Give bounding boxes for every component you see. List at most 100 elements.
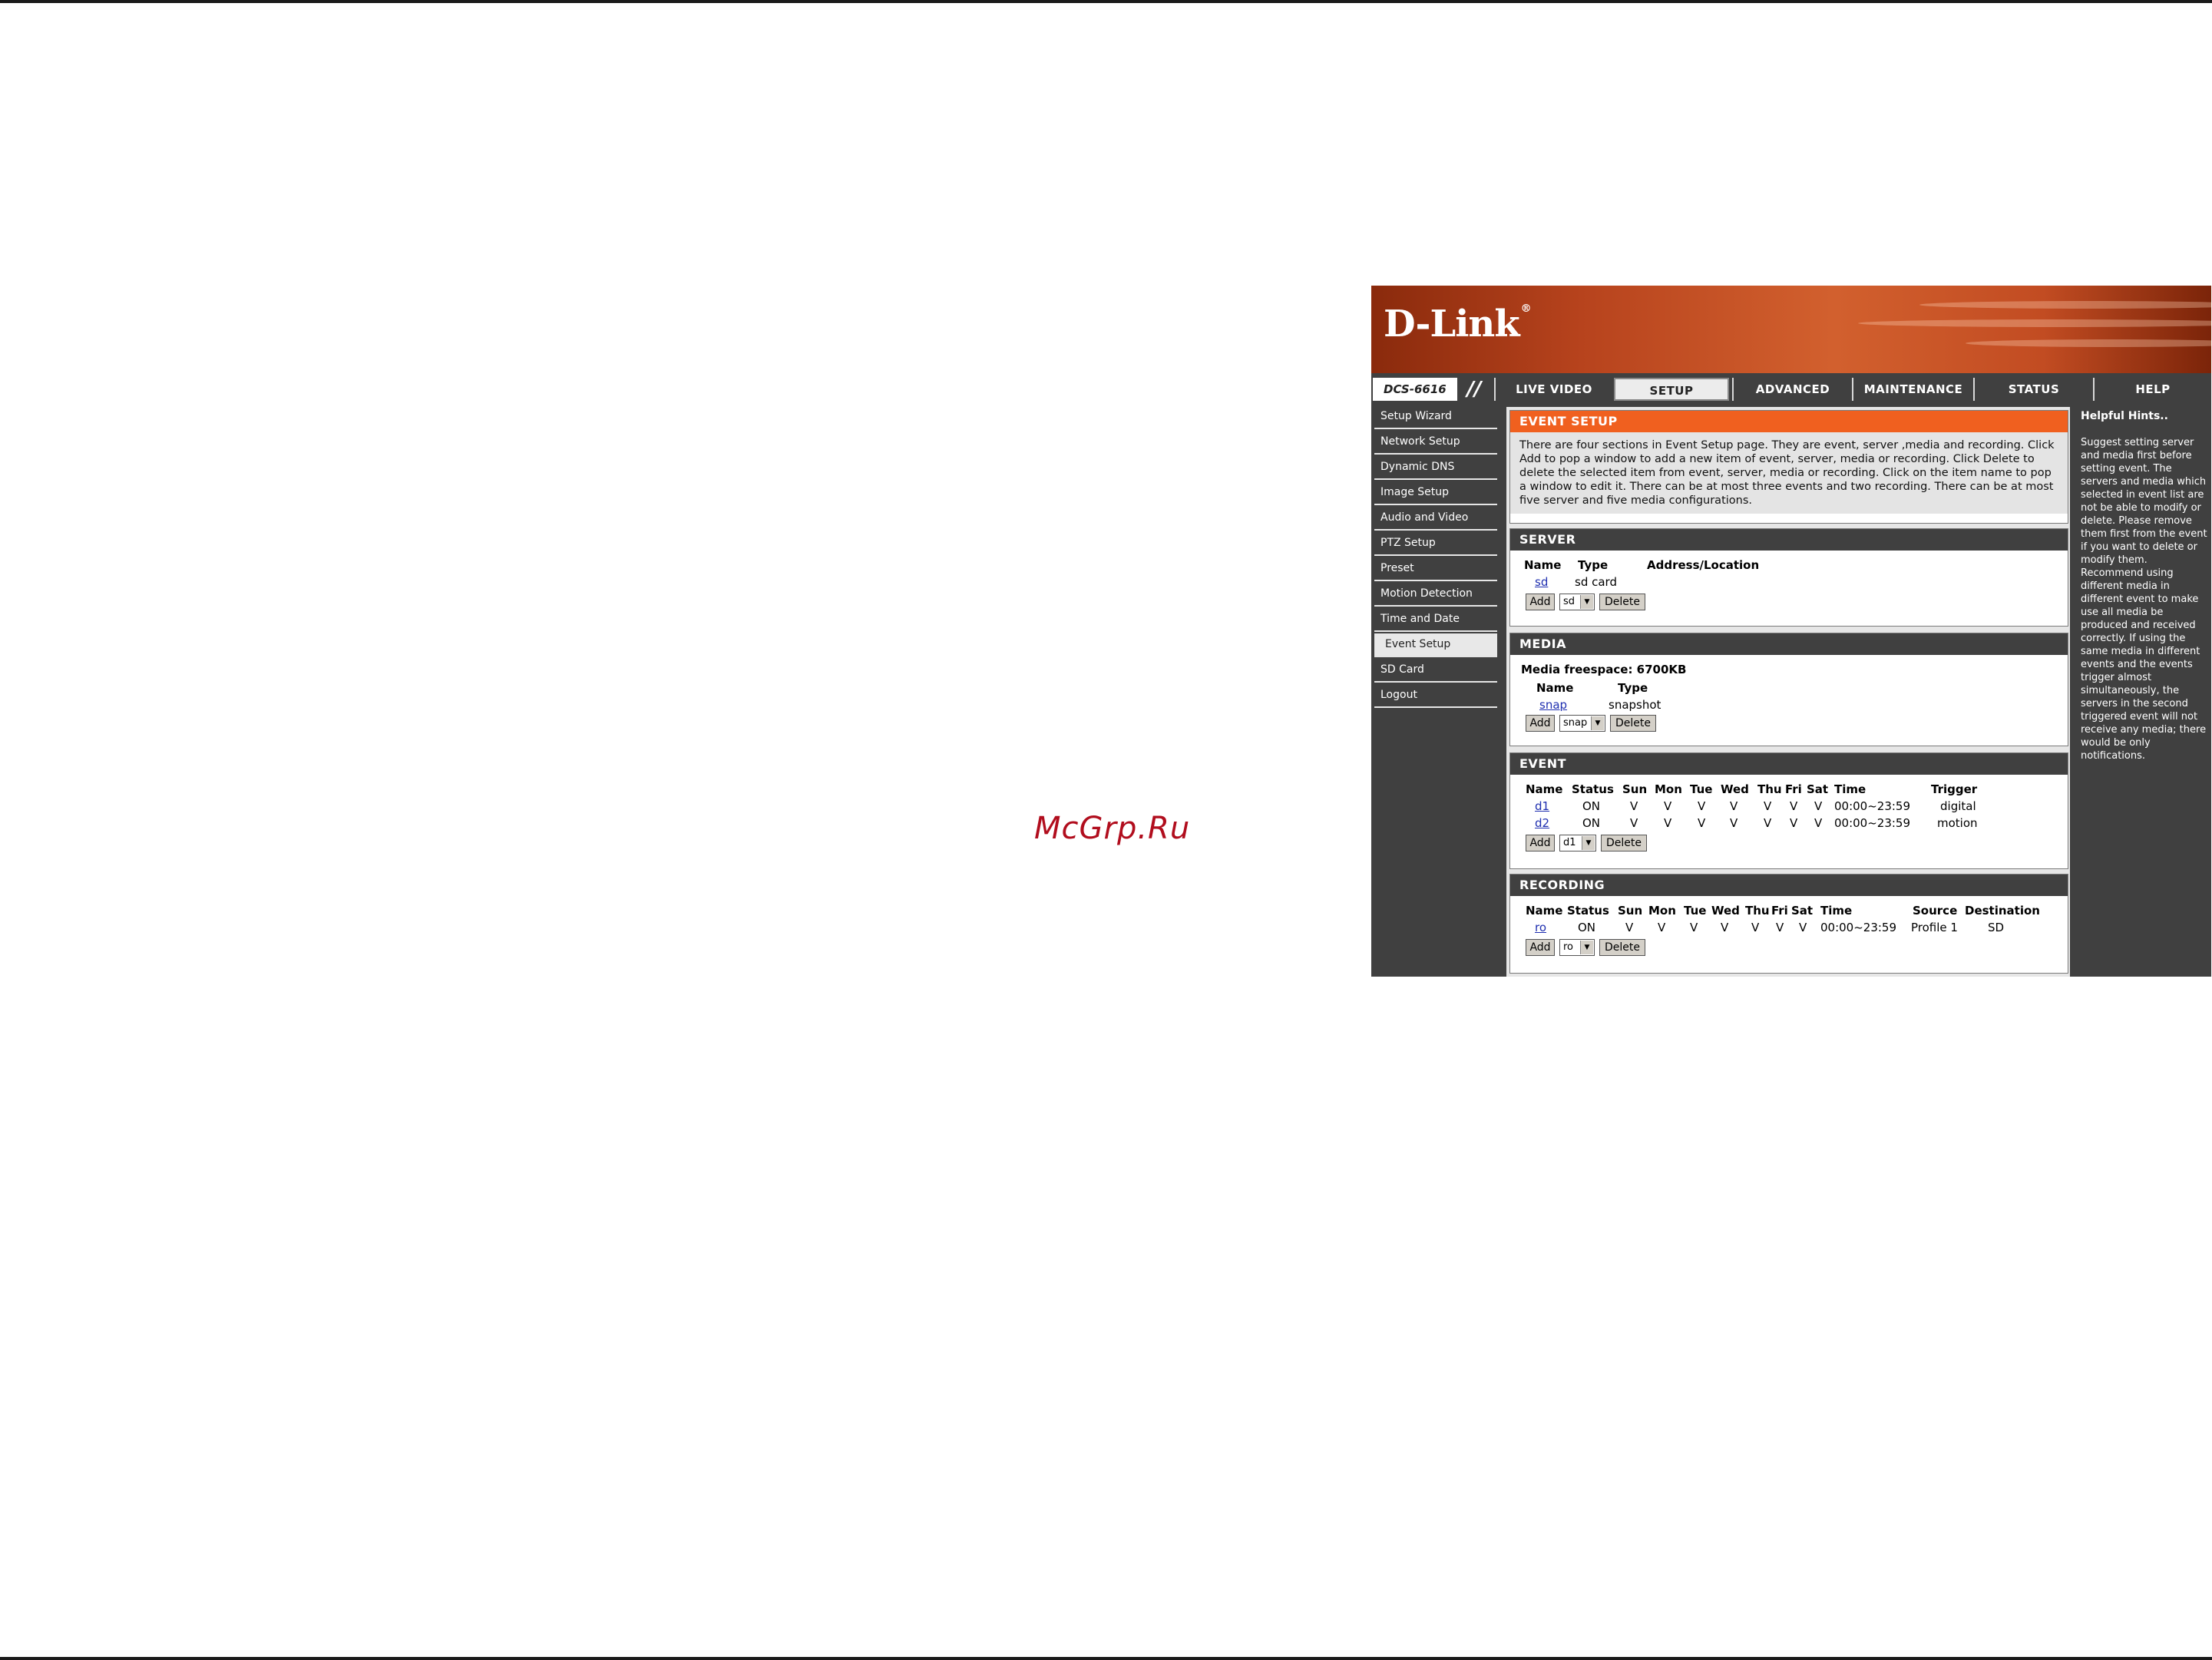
event-header-thu: Thu — [1757, 782, 1782, 796]
sidebar-item-image-setup[interactable]: Image Setup — [1374, 481, 1497, 505]
recording-header-sat: Sat — [1791, 904, 1814, 918]
media-add-button[interactable]: Add — [1526, 715, 1555, 732]
event-cell: ON — [1582, 816, 1601, 830]
recording-cell: Profile 1 — [1911, 921, 1958, 934]
recording-cell: 00:00~23:59 — [1820, 921, 1897, 934]
sidebar-item-event-setup[interactable]: Event Setup — [1374, 633, 1497, 657]
event-delete-button[interactable]: Delete — [1601, 835, 1647, 851]
event-cell: 00:00~23:59 — [1834, 799, 1911, 813]
recording-cell: V — [1690, 921, 1698, 934]
recording-delete-button[interactable]: Delete — [1599, 939, 1645, 956]
recording-header-mon: Mon — [1648, 904, 1676, 918]
event-item-link[interactable]: d1 — [1535, 799, 1549, 813]
media-delete-button[interactable]: Delete — [1610, 715, 1656, 732]
bottom-rule — [0, 1657, 2212, 1660]
event-cell: motion — [1937, 816, 1978, 830]
server-delete-button[interactable]: Delete — [1599, 594, 1645, 610]
media-item-link[interactable]: snap — [1539, 698, 1567, 712]
event-cell: V — [1814, 799, 1823, 813]
tab-live-video[interactable]: LIVE VIDEO — [1494, 378, 1612, 401]
event-cell: V — [1698, 816, 1706, 830]
sidebar-item-motion-detection[interactable]: Motion Detection — [1374, 583, 1497, 607]
media-panel: MEDIA Media freespace: 6700KB Name Type … — [1509, 633, 2068, 746]
event-header-trigger: Trigger — [1931, 782, 1978, 796]
server-panel: SERVER Name Type Address/Location sd sd … — [1509, 528, 2068, 627]
recording-header-fri: Fri — [1771, 904, 1788, 918]
event-cell: V — [1664, 799, 1672, 813]
event-header-fri: Fri — [1785, 782, 1802, 796]
recording-add-button[interactable]: Add — [1526, 939, 1555, 956]
tab-setup[interactable]: SETUP — [1614, 378, 1729, 401]
chevron-down-icon: ▼ — [1582, 836, 1595, 850]
recording-select[interactable]: ro ▼ — [1559, 939, 1595, 956]
dlink-logo[interactable]: D-Link ® — [1384, 303, 1532, 346]
tab-help[interactable]: HELP — [2093, 378, 2211, 401]
sidebar-item-audio-and-video[interactable]: Audio and Video — [1374, 507, 1497, 531]
event-setup-title: EVENT SETUP — [1510, 411, 2068, 432]
event-cell: 00:00~23:59 — [1834, 816, 1911, 830]
recording-header-time: Time — [1820, 904, 1853, 918]
sidebar-item-sd-card[interactable]: SD Card — [1374, 659, 1497, 683]
event-cell: V — [1664, 816, 1672, 830]
recording-panel: RECORDING Name Status Sun Mon Tue Wed Th… — [1509, 874, 2068, 974]
recording-cell: SD — [1988, 921, 2005, 934]
top-rule — [0, 0, 2212, 3]
chevron-down-icon: ▼ — [1591, 716, 1604, 730]
recording-header-thu: Thu — [1745, 904, 1770, 918]
event-add-button[interactable]: Add — [1526, 835, 1555, 851]
event-cell: V — [1790, 799, 1798, 813]
sidebar-item-logout[interactable]: Logout — [1374, 684, 1497, 708]
event-title: EVENT — [1510, 753, 2068, 775]
recording-cell: V — [1625, 921, 1634, 934]
event-header-wed: Wed — [1721, 782, 1749, 796]
watermark: McGrp.Ru — [1034, 811, 1191, 846]
hints-text: Suggest setting server and media first b… — [2081, 437, 2207, 762]
event-item-link[interactable]: d2 — [1535, 816, 1549, 830]
server-item-link[interactable]: sd — [1535, 575, 1548, 589]
event-cell: digital — [1940, 799, 1976, 813]
media-title: MEDIA — [1510, 633, 2068, 655]
event-cell: V — [1698, 799, 1706, 813]
tab-status[interactable]: STATUS — [1973, 378, 2093, 401]
sidebar-item-dynamic-dns[interactable]: Dynamic DNS — [1374, 456, 1497, 480]
recording-header-sun: Sun — [1618, 904, 1643, 918]
tab-maintenance[interactable]: MAINTENANCE — [1852, 378, 1973, 401]
tab-advanced[interactable]: ADVANCED — [1732, 378, 1852, 401]
event-header-name: Name — [1526, 782, 1563, 796]
event-cell: V — [1764, 816, 1772, 830]
server-select[interactable]: sd ▼ — [1559, 594, 1595, 610]
event-select[interactable]: d1 ▼ — [1559, 835, 1596, 851]
chevron-down-icon: ▼ — [1580, 595, 1593, 609]
event-header-time: Time — [1834, 782, 1866, 796]
recording-cell: V — [1658, 921, 1666, 934]
camera-web-ui: D-Link ® DCS-6616 // LIVE VIDEO SETUP ADV… — [1371, 286, 2211, 977]
event-cell: V — [1790, 816, 1798, 830]
recording-header-tue: Tue — [1684, 904, 1707, 918]
event-cell: V — [1730, 816, 1738, 830]
sidebar: Setup Wizard Network Setup Dynamic DNS I… — [1371, 405, 1500, 709]
sidebar-item-network-setup[interactable]: Network Setup — [1374, 431, 1497, 455]
media-select[interactable]: snap ▼ — [1559, 715, 1605, 732]
sidebar-item-time-and-date[interactable]: Time and Date — [1374, 608, 1497, 632]
recording-cell: V — [1776, 921, 1784, 934]
server-header-address: Address/Location — [1647, 558, 1760, 572]
event-cell: V — [1814, 816, 1823, 830]
chevron-down-icon: ▼ — [1580, 941, 1593, 954]
event-cell: V — [1630, 799, 1638, 813]
sidebar-item-setup-wizard[interactable]: Setup Wizard — [1374, 405, 1497, 429]
event-cell: ON — [1582, 799, 1601, 813]
sidebar-item-preset[interactable]: Preset — [1374, 557, 1497, 581]
recording-item-link[interactable]: ro — [1535, 921, 1546, 934]
recording-cell: V — [1721, 921, 1729, 934]
event-cell: V — [1630, 816, 1638, 830]
server-header-type: Type — [1578, 558, 1609, 572]
recording-title: RECORDING — [1510, 875, 2068, 896]
recording-header-wed: Wed — [1711, 904, 1740, 918]
server-title: SERVER — [1510, 529, 2068, 551]
media-header-name: Name — [1536, 681, 1574, 695]
event-setup-panel: EVENT SETUP There are four sections in E… — [1509, 410, 2068, 524]
helpful-hints-panel: Helpful Hints.. Suggest setting server a… — [2076, 407, 2211, 977]
event-header-sun: Sun — [1622, 782, 1648, 796]
server-add-button[interactable]: Add — [1526, 594, 1555, 610]
sidebar-item-ptz-setup[interactable]: PTZ Setup — [1374, 532, 1497, 556]
